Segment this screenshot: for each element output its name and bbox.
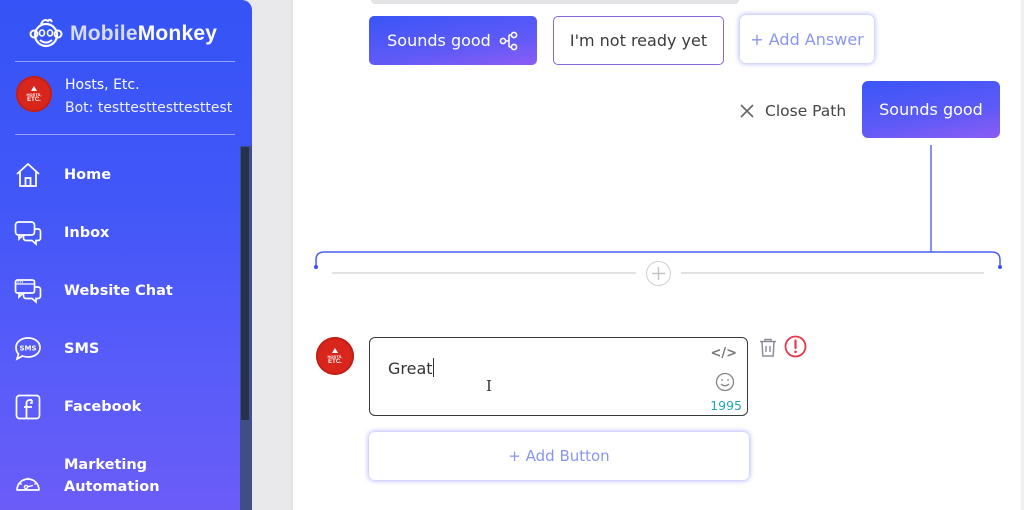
sidebar-item-facebook[interactable]: Facebook bbox=[14, 393, 234, 421]
add-button-button[interactable]: + Add Button bbox=[369, 432, 749, 480]
sms-icon: SMS bbox=[14, 335, 42, 363]
logo-mark-icon bbox=[31, 85, 37, 91]
share-icon bbox=[499, 31, 518, 50]
svg-text:SMS: SMS bbox=[19, 345, 36, 353]
sidebar-item-marketing-automation[interactable]: Marketing Automation bbox=[14, 454, 234, 498]
answer-button-not-ready[interactable]: I'm not ready yet bbox=[553, 16, 724, 65]
close-path-button[interactable]: Close Path bbox=[740, 98, 846, 124]
previous-message-bar bbox=[371, 0, 739, 4]
account-avatar: HOSTS, ETC. bbox=[16, 76, 52, 112]
marketing-automation-icon bbox=[14, 469, 42, 497]
sidebar-divider bbox=[15, 134, 235, 135]
sidebar-item-sms[interactable]: SMS SMS bbox=[14, 335, 234, 363]
emoji-icon[interactable] bbox=[715, 372, 735, 392]
bot-name: Bot: testtesttesttesttest bbox=[65, 100, 233, 116]
website-chat-icon bbox=[14, 277, 42, 305]
add-answer-button[interactable]: + Add Answer bbox=[740, 15, 874, 63]
inbox-icon bbox=[14, 219, 42, 247]
monkey-logo-icon bbox=[29, 18, 63, 48]
brand-logo[interactable]: MobileMonkey bbox=[28, 12, 217, 56]
logo-mark-icon bbox=[332, 347, 338, 353]
trash-icon[interactable] bbox=[758, 337, 778, 358]
message-text: Great bbox=[388, 359, 433, 378]
answer-button-sounds-good[interactable]: Sounds good bbox=[369, 16, 537, 65]
sidebar-item-inbox[interactable]: Inbox bbox=[14, 219, 234, 247]
bot-avatar: HOSTS, ETC. bbox=[316, 337, 354, 375]
facebook-icon bbox=[14, 393, 42, 421]
sidebar-divider bbox=[15, 61, 235, 62]
plus-icon bbox=[652, 267, 665, 280]
alert-icon[interactable] bbox=[784, 335, 807, 358]
account-name: Hosts, Etc. bbox=[65, 77, 140, 93]
home-icon bbox=[14, 161, 42, 189]
message-text-input[interactable]: Great I </> 1995 bbox=[369, 337, 748, 416]
path-header-sounds-good[interactable]: Sounds good bbox=[862, 81, 1000, 138]
character-count: 1995 bbox=[710, 398, 742, 413]
add-step-button[interactable] bbox=[646, 261, 671, 286]
sidebar-scrollbar-thumb[interactable] bbox=[241, 147, 249, 420]
sidebar: MobileMonkey HOSTS, ETC. Hosts, Etc. Bot… bbox=[0, 0, 252, 510]
account-switcher[interactable]: HOSTS, ETC. Hosts, Etc. Bot: testtesttes… bbox=[16, 76, 232, 117]
close-icon bbox=[740, 104, 754, 118]
code-icon[interactable]: </> bbox=[710, 346, 737, 361]
sidebar-item-website-chat[interactable]: Website Chat bbox=[14, 277, 234, 305]
text-caret bbox=[432, 358, 434, 377]
sidebar-item-home[interactable]: Home bbox=[14, 161, 234, 189]
brand-name: MobileMonkey bbox=[70, 22, 218, 45]
text-cursor-ibeam: I bbox=[486, 377, 492, 395]
